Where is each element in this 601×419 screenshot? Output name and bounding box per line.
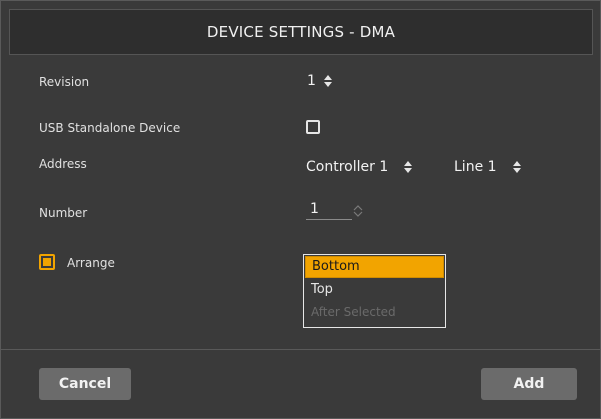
arrange-option-after-selected: After Selected	[311, 305, 396, 319]
controller-spinner-icon[interactable]	[402, 159, 414, 175]
address-line-field[interactable]: Line 1	[454, 159, 523, 175]
arrange-option-bottom[interactable]: Bottom	[305, 256, 444, 278]
arrange-listbox[interactable]: Bottom Top After Selected	[303, 254, 446, 328]
arrange-option-top[interactable]: Top	[305, 280, 444, 300]
number-field[interactable]: 1	[306, 201, 364, 220]
number-input[interactable]: 1	[306, 201, 352, 220]
footer-divider	[1, 349, 601, 350]
cancel-button[interactable]: Cancel	[39, 368, 131, 400]
address-line-value: Line 1	[454, 159, 497, 175]
number-spinner-icon[interactable]	[352, 203, 364, 219]
address-label: Address	[39, 157, 87, 171]
revision-label: Revision	[39, 75, 90, 89]
add-button[interactable]: Add	[481, 368, 577, 400]
line-spinner-icon[interactable]	[511, 159, 523, 175]
arrange-label: Arrange	[67, 256, 115, 270]
arrange-checkbox[interactable]	[39, 254, 55, 270]
dialog-title-bar: DEVICE SETTINGS - DMA	[9, 9, 593, 55]
address-controller-field[interactable]: Controller 1	[306, 159, 414, 175]
usb-standalone-checkbox[interactable]	[306, 120, 320, 134]
revision-field[interactable]: 1	[307, 73, 334, 89]
dialog-title: DEVICE SETTINGS - DMA	[206, 23, 396, 41]
checkbox-checked-icon	[43, 258, 51, 266]
revision-spinner-icon[interactable]	[322, 73, 334, 89]
number-label: Number	[39, 206, 88, 220]
revision-value: 1	[307, 73, 316, 89]
address-controller-value: Controller 1	[306, 159, 389, 175]
device-settings-dialog: DEVICE SETTINGS - DMA Revision 1 USB Sta…	[0, 0, 601, 419]
usb-standalone-label: USB Standalone Device	[39, 121, 181, 135]
